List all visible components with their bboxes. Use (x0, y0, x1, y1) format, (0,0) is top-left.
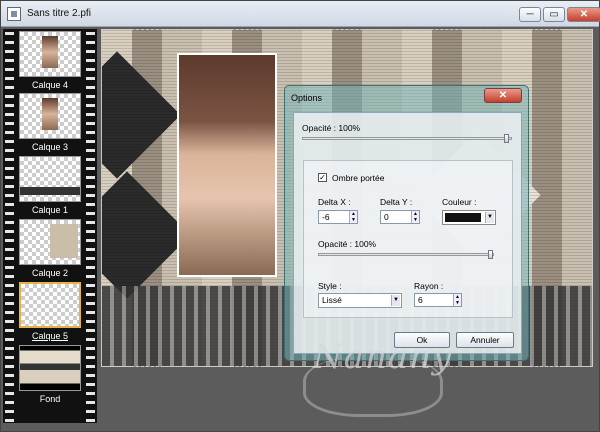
layer-label[interactable]: Fond (11, 394, 89, 404)
color-label: Couleur : (442, 197, 477, 207)
inner-opacity-slider[interactable] (318, 253, 494, 256)
delta-y-value: 0 (384, 212, 389, 222)
style-select[interactable]: Lissé ▼ (318, 293, 402, 308)
radius-label: Rayon : (414, 281, 444, 291)
cancel-button[interactable]: Annuler (456, 332, 514, 348)
watermark-signature: Nanany (313, 337, 453, 377)
layer-label[interactable]: Calque 3 (11, 142, 89, 152)
spinner-icon[interactable]: ▲ ▼ (349, 211, 357, 223)
chevron-down-icon[interactable]: ▼ (485, 212, 494, 223)
title-bar: Sans titre 2.pfi ─ ▭ ✕ (1, 1, 600, 27)
radius-input[interactable]: 6 ▲ ▼ (414, 293, 462, 307)
chevron-down-icon[interactable]: ▼ (391, 295, 400, 306)
opacity-slider[interactable] (302, 137, 512, 140)
layer-label[interactable]: Calque 1 (11, 205, 89, 215)
delta-x-value: -6 (322, 212, 330, 222)
delta-y-input[interactable]: 0 ▲ ▼ (380, 210, 420, 224)
app-window: Sans titre 2.pfi ─ ▭ ✕ Calque 4 Calque 3… (0, 0, 600, 432)
portrait-thumb (42, 98, 58, 130)
delta-x-input[interactable]: -6 ▲ ▼ (318, 210, 358, 224)
layer-label[interactable]: Calque 2 (11, 268, 89, 278)
portrait-photo (177, 53, 277, 277)
layer-label[interactable]: Calque 4 (11, 80, 89, 90)
style-value: Lissé (322, 295, 342, 305)
layer-thumb-calque-3[interactable] (19, 93, 81, 139)
document-icon (7, 7, 21, 21)
radius-value: 6 (418, 295, 423, 305)
options-dialog: Options ✕ Opacité : 100% ✓ Ombre portée … (284, 85, 529, 361)
opacity-slider-thumb[interactable] (504, 134, 509, 143)
shape-thumb (50, 224, 78, 258)
layer-label-selected[interactable]: Calque 5 (11, 331, 89, 341)
dialog-close-button[interactable]: ✕ (484, 88, 522, 103)
shadow-checkbox[interactable]: ✓ (318, 173, 327, 182)
layer-thumb-calque-1[interactable] (19, 156, 81, 202)
portrait-thumb (42, 36, 58, 68)
window-title: Sans titre 2.pfi (27, 8, 91, 19)
delta-x-label: Delta X : (318, 197, 351, 207)
close-button[interactable]: ✕ (567, 7, 600, 22)
spinner-icon[interactable]: ▲ ▼ (453, 294, 461, 306)
dialog-body: Opacité : 100% ✓ Ombre portée Delta X : … (293, 112, 522, 354)
opacity-label: Opacité : 100% (302, 123, 361, 133)
spinner-icon[interactable]: ▲ ▼ (411, 211, 419, 223)
inner-opacity-label: Opacité : 100% (318, 239, 377, 249)
inner-opacity-slider-thumb[interactable] (488, 250, 493, 259)
layers-panel: Calque 4 Calque 3 Calque 1 Calque 2 Calq… (3, 29, 97, 423)
maximize-button[interactable]: ▭ (543, 7, 565, 22)
floor-thumb (20, 187, 80, 195)
delta-y-label: Delta Y : (380, 197, 413, 207)
shadow-color-picker[interactable]: ▼ (442, 210, 496, 225)
minimize-button[interactable]: ─ (519, 7, 541, 22)
layer-thumb-calque-5[interactable] (19, 282, 81, 328)
shadow-group: ✓ Ombre portée Delta X : -6 ▲ ▼ Delta Y :… (303, 160, 513, 318)
style-label: Style : (318, 281, 342, 291)
layer-thumb-calque-4[interactable] (19, 31, 81, 77)
layer-thumb-calque-2[interactable] (19, 219, 81, 265)
color-swatch (445, 213, 481, 222)
shadow-label: Ombre portée (332, 173, 385, 183)
dialog-title: Options (291, 93, 323, 103)
layer-thumb-fond[interactable] (19, 345, 81, 391)
